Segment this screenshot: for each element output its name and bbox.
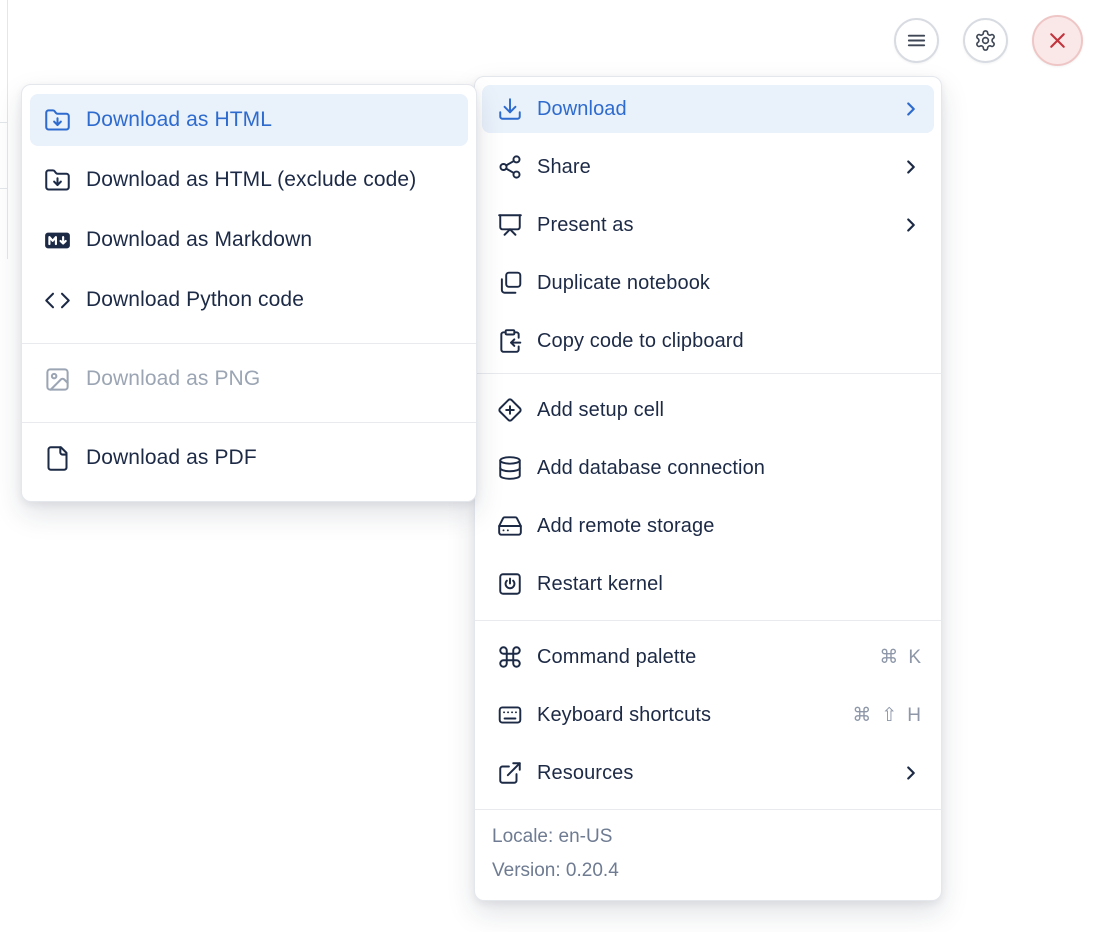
clipboard-arrow-icon [497, 328, 523, 354]
menu-item-download-as-pdf[interactable]: Download as PDF [30, 432, 468, 484]
duplicate-icon [497, 270, 523, 296]
chevron-right-icon [900, 98, 922, 120]
menu-item-download-as-png[interactable]: Download as PNG [30, 353, 468, 405]
menu-item-label: Present as [537, 214, 900, 237]
menu-section: Download Share Present as Duplicate note… [475, 77, 941, 373]
menu-item-download[interactable]: Download [482, 85, 934, 133]
notebook-actions-menu: Download Share Present as Duplicate note… [474, 76, 942, 901]
close-icon [1045, 28, 1070, 53]
menu-section: Command palette ⌘K Keyboard shortcuts ⌘⇧… [475, 621, 941, 809]
menu-item-label: Download as PNG [86, 367, 456, 391]
chevron-right-icon [900, 156, 922, 178]
menu-item-label: Resources [537, 762, 900, 785]
menu-item-restart-kernel[interactable]: Restart kernel [482, 560, 934, 608]
menu-section: Download as PDF [22, 423, 476, 501]
menu-section: Add setup cell Add database connection A… [475, 374, 941, 620]
hamburger-icon [905, 29, 928, 52]
menu-item-command-palette[interactable]: Command palette ⌘K [482, 633, 934, 681]
menu-item-download-as-markdown[interactable]: Download as Markdown [30, 214, 468, 266]
menu-item-download-python-code[interactable]: Download Python code [30, 274, 468, 326]
menu-footer: Locale: en-US Version: 0.20.4 [475, 810, 941, 900]
menu-item-label: Add setup cell [537, 399, 922, 422]
share-icon [497, 154, 523, 180]
hard-drive-icon [497, 513, 523, 539]
menu-section: Download as PNG [22, 344, 476, 422]
version-text: Version: 0.20.4 [492, 854, 924, 888]
menu-item-label: Restart kernel [537, 573, 922, 596]
markdown-download-icon [44, 227, 71, 254]
settings-button[interactable] [963, 18, 1008, 63]
external-link-icon [497, 760, 523, 786]
background-cell-border [7, 0, 8, 259]
menu-item-label: Download [537, 98, 900, 121]
download-submenu: Download as HTML Download as HTML (exclu… [21, 84, 477, 502]
command-icon [497, 644, 523, 670]
close-button[interactable] [1032, 15, 1083, 66]
menu-toggle-button[interactable] [894, 18, 939, 63]
toolbar [894, 15, 1083, 66]
menu-item-label: Keyboard shortcuts [537, 704, 843, 727]
keyboard-shortcut-hint: ⌘⇧H [843, 704, 922, 727]
menu-item-label: Download Python code [86, 288, 456, 312]
folder-down-icon [44, 167, 71, 194]
image-icon [44, 366, 71, 393]
menu-item-share[interactable]: Share [482, 143, 934, 191]
gear-icon [974, 29, 997, 52]
menu-item-label: Download as PDF [86, 446, 456, 470]
square-power-icon [497, 571, 523, 597]
menu-item-label: Duplicate notebook [537, 272, 922, 295]
database-icon [497, 455, 523, 481]
menu-item-copy-code[interactable]: Copy code to clipboard [482, 317, 934, 365]
menu-item-keyboard-shortcuts[interactable]: Keyboard shortcuts ⌘⇧H [482, 691, 934, 739]
menu-item-label: Command palette [537, 646, 870, 669]
menu-item-add-setup-cell[interactable]: Add setup cell [482, 386, 934, 434]
menu-item-label: Share [537, 156, 900, 179]
keyboard-icon [497, 702, 523, 728]
presentation-icon [497, 212, 523, 238]
menu-item-download-as-html-exclude-code[interactable]: Download as HTML (exclude code) [30, 154, 468, 206]
menu-item-present-as[interactable]: Present as [482, 201, 934, 249]
chevron-right-icon [900, 214, 922, 236]
menu-item-duplicate-notebook[interactable]: Duplicate notebook [482, 259, 934, 307]
keyboard-shortcut-hint: ⌘K [870, 646, 922, 669]
code-icon [44, 287, 71, 314]
download-icon [497, 96, 523, 122]
menu-section: Download as HTML Download as HTML (exclu… [22, 85, 476, 343]
menu-item-download-as-html[interactable]: Download as HTML [30, 94, 468, 146]
menu-item-label: Copy code to clipboard [537, 330, 922, 353]
menu-item-add-database-connection[interactable]: Add database connection [482, 444, 934, 492]
menu-item-add-remote-storage[interactable]: Add remote storage [482, 502, 934, 550]
menu-item-label: Download as Markdown [86, 228, 456, 252]
menu-item-label: Add database connection [537, 457, 922, 480]
menu-item-label: Download as HTML (exclude code) [86, 168, 456, 192]
menu-item-resources[interactable]: Resources [482, 749, 934, 797]
background-grid-line [0, 122, 8, 123]
folder-down-icon [44, 107, 71, 134]
background-grid-line [0, 188, 8, 189]
chevron-right-icon [900, 762, 922, 784]
file-icon [44, 445, 71, 472]
locale-text: Locale: en-US [492, 820, 924, 854]
menu-item-label: Add remote storage [537, 515, 922, 538]
diamond-plus-icon [497, 397, 523, 423]
menu-item-label: Download as HTML [86, 108, 456, 132]
